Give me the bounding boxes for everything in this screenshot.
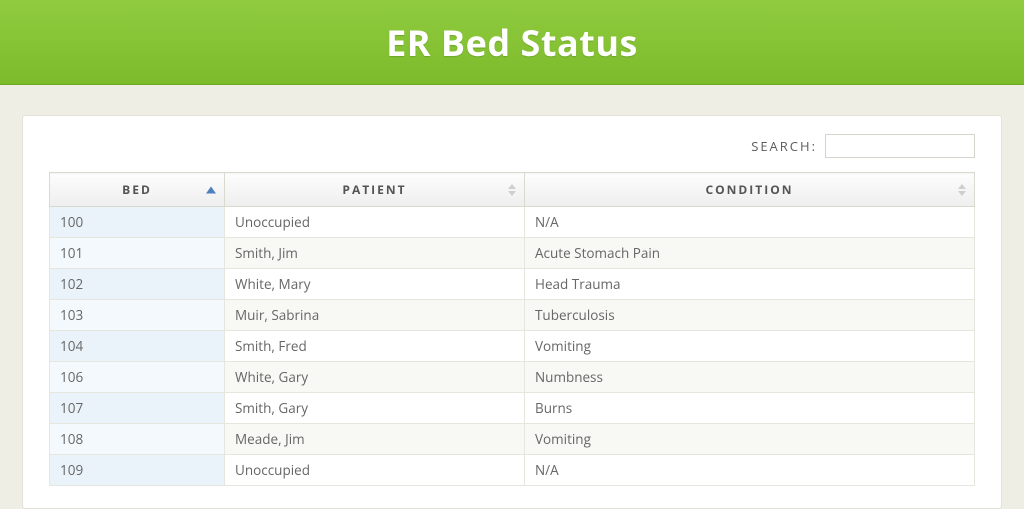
cell-bed: 106 bbox=[50, 362, 225, 393]
column-header-bed-label: BED bbox=[122, 181, 152, 198]
cell-condition: Vomiting bbox=[525, 331, 975, 362]
sort-both-icon bbox=[958, 184, 966, 196]
column-header-condition[interactable]: CONDITION bbox=[525, 173, 975, 207]
table-header-row: BED PATIENT CONDITION bbox=[50, 173, 975, 207]
search-label: SEARCH: bbox=[751, 137, 817, 155]
search-row: SEARCH: bbox=[49, 134, 975, 158]
cell-bed: 100 bbox=[50, 207, 225, 238]
cell-bed: 102 bbox=[50, 269, 225, 300]
cell-condition: Numbness bbox=[525, 362, 975, 393]
cell-condition: Vomiting bbox=[525, 424, 975, 455]
cell-bed: 101 bbox=[50, 238, 225, 269]
cell-bed: 109 bbox=[50, 455, 225, 486]
cell-condition: Tuberculosis bbox=[525, 300, 975, 331]
sort-both-icon bbox=[508, 184, 516, 196]
cell-patient: Smith, Fred bbox=[225, 331, 525, 362]
cell-patient: Unoccupied bbox=[225, 207, 525, 238]
table-row: 102White, MaryHead Trauma bbox=[50, 269, 975, 300]
cell-patient: Meade, Jim bbox=[225, 424, 525, 455]
cell-condition: Burns bbox=[525, 393, 975, 424]
cell-patient: Unoccupied bbox=[225, 455, 525, 486]
table-row: 101Smith, JimAcute Stomach Pain bbox=[50, 238, 975, 269]
cell-patient: Smith, Gary bbox=[225, 393, 525, 424]
search-input[interactable] bbox=[825, 134, 975, 158]
column-header-patient-label: PATIENT bbox=[342, 181, 406, 198]
bed-status-table: BED PATIENT CONDITION 100UnoccupiedN/A bbox=[49, 172, 975, 486]
cell-patient: Muir, Sabrina bbox=[225, 300, 525, 331]
column-header-patient[interactable]: PATIENT bbox=[225, 173, 525, 207]
page-header: ER Bed Status bbox=[0, 0, 1024, 85]
table-row: 104Smith, FredVomiting bbox=[50, 331, 975, 362]
table-body: 100UnoccupiedN/A101Smith, JimAcute Stoma… bbox=[50, 207, 975, 486]
cell-bed: 104 bbox=[50, 331, 225, 362]
page-title: ER Bed Status bbox=[386, 18, 638, 67]
sort-asc-icon bbox=[206, 186, 216, 193]
table-row: 107Smith, GaryBurns bbox=[50, 393, 975, 424]
table-row: 108Meade, JimVomiting bbox=[50, 424, 975, 455]
table-row: 109UnoccupiedN/A bbox=[50, 455, 975, 486]
cell-bed: 108 bbox=[50, 424, 225, 455]
cell-patient: Smith, Jim bbox=[225, 238, 525, 269]
cell-bed: 103 bbox=[50, 300, 225, 331]
cell-bed: 107 bbox=[50, 393, 225, 424]
table-row: 103Muir, SabrinaTuberculosis bbox=[50, 300, 975, 331]
column-header-condition-label: CONDITION bbox=[705, 181, 793, 198]
cell-condition: N/A bbox=[525, 207, 975, 238]
cell-condition: Head Trauma bbox=[525, 269, 975, 300]
content-panel: SEARCH: BED PATIENT CONDITION bbox=[22, 115, 1002, 509]
cell-condition: Acute Stomach Pain bbox=[525, 238, 975, 269]
cell-patient: White, Gary bbox=[225, 362, 525, 393]
table-row: 106White, GaryNumbness bbox=[50, 362, 975, 393]
table-row: 100UnoccupiedN/A bbox=[50, 207, 975, 238]
column-header-bed[interactable]: BED bbox=[50, 173, 225, 207]
cell-condition: N/A bbox=[525, 455, 975, 486]
cell-patient: White, Mary bbox=[225, 269, 525, 300]
